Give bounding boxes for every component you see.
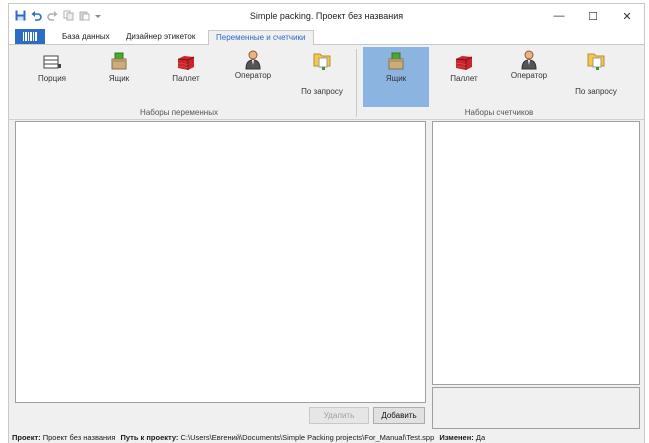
status-path-value: C:\Users\Евгений\Documents\Simple Packin… — [180, 433, 435, 442]
counter-on-request-button[interactable]: По запросу — [566, 47, 626, 107]
var-box-label: Ящик — [108, 74, 130, 83]
tab-label-designer[interactable]: Дизайнер этикеток — [119, 30, 202, 45]
box-icon — [388, 52, 404, 70]
var-portion-label: Порция — [37, 74, 67, 83]
counters-list-panel[interactable] — [432, 121, 640, 385]
variables-list-panel[interactable] — [15, 121, 426, 403]
status-changed-label: Изменен: — [439, 433, 474, 442]
var-on-request-label: По запросу — [301, 87, 343, 96]
counters-group-label: Наборы счетчиков — [464, 108, 534, 117]
counter-pallet-button[interactable]: Паллет — [434, 47, 494, 107]
ribbon-tab-bar: База данных Дизайнер этикеток Переменные… — [9, 28, 644, 46]
pallet-icon — [177, 56, 195, 70]
box-icon — [111, 52, 127, 70]
ribbon-group-separator — [356, 49, 357, 117]
barcode-icon — [23, 32, 37, 41]
app-window: Simple packing. Проект без названия — ☐ … — [8, 3, 645, 443]
operator-icon — [521, 50, 537, 70]
var-pallet-label: Паллет — [172, 74, 200, 83]
var-portion-button[interactable]: Порция — [22, 47, 82, 107]
counter-operator-button[interactable]: Оператор — [499, 47, 559, 107]
var-operator-button[interactable]: Оператор — [223, 47, 283, 107]
title-bar: Simple packing. Проект без названия — ☐ … — [9, 4, 644, 28]
var-box-button[interactable]: Ящик — [89, 47, 149, 107]
status-project-value: Проект без названия — [42, 433, 116, 442]
ribbon-panel: Порция Ящик Паллет Оператор По запросу Н… — [9, 45, 644, 120]
tab-variables-counters[interactable]: Переменные и счетчики — [208, 30, 314, 46]
close-button[interactable]: ✕ — [610, 4, 644, 28]
counters-detail-panel — [432, 387, 640, 429]
portion-icon — [43, 55, 61, 69]
var-on-request-button[interactable]: По запросу — [292, 47, 352, 107]
on-request-icon — [587, 53, 605, 70]
add-button[interactable]: Добавить — [373, 407, 425, 424]
tab-database[interactable]: База данных — [55, 30, 117, 45]
var-pallet-button[interactable]: Паллет — [156, 47, 216, 107]
minimize-button[interactable]: — — [542, 4, 576, 28]
maximize-button[interactable]: ☐ — [576, 4, 610, 28]
app-menu-button[interactable] — [15, 29, 45, 44]
counter-box-label: Ящик — [385, 74, 407, 83]
var-operator-label: Оператор — [234, 71, 272, 80]
counter-operator-label: Оператор — [510, 71, 548, 80]
operator-icon — [245, 50, 261, 70]
status-path-label: Путь к проекту: — [120, 433, 179, 442]
window-controls: — ☐ ✕ — [542, 4, 644, 28]
status-changed-value: Да — [475, 433, 486, 442]
on-request-icon — [313, 53, 331, 70]
status-bar: Проект: Проект без названия Путь к проек… — [9, 431, 644, 443]
delete-button[interactable]: Удалить — [309, 407, 369, 424]
status-project-label: Проект: — [12, 433, 41, 442]
counter-pallet-label: Паллет — [450, 74, 478, 83]
counter-box-button[interactable]: Ящик — [363, 47, 429, 107]
variables-group-label: Наборы переменных — [140, 108, 218, 117]
pallet-icon — [455, 56, 473, 70]
counter-on-request-label: По запросу — [575, 87, 617, 96]
